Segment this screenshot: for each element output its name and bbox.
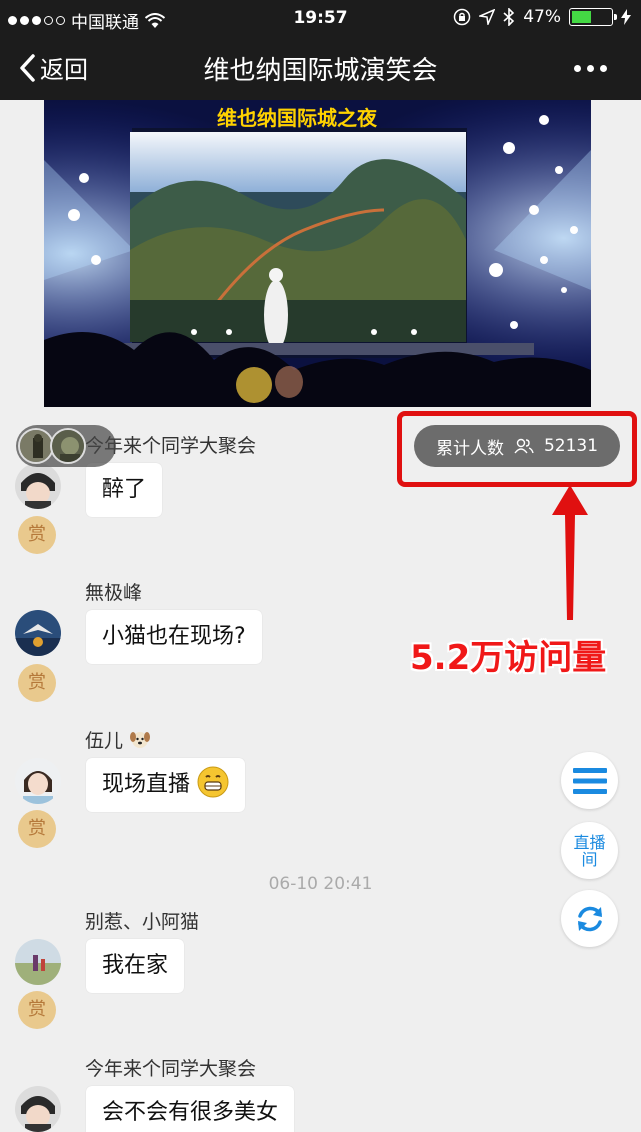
reward-button[interactable]: 赏 (18, 991, 56, 1029)
screen-banner: 维也纳国际城之夜 (217, 106, 378, 130)
hamburger-icon (572, 767, 607, 794)
battery-icon (569, 8, 617, 26)
avatar[interactable] (15, 1086, 61, 1132)
reward-button[interactable]: 赏 (18, 516, 56, 554)
message-bubble[interactable]: 现场直播 (86, 758, 246, 812)
reward-button[interactable]: 赏 (18, 664, 56, 702)
sender-name-wrap: 伍儿 (85, 726, 151, 753)
avatar[interactable] (15, 758, 61, 804)
annotation-text: 5.2万访问量 (410, 638, 607, 678)
viewer-avatar (18, 428, 54, 464)
grinning-emoji-icon (197, 766, 229, 798)
message-bubble[interactable]: 我在家 (86, 939, 185, 993)
rotation-lock-icon (453, 8, 471, 26)
message-bubble[interactable]: 小猫也在现场? (86, 610, 262, 664)
live-video-player[interactable]: 维也纳国际城之夜 (44, 100, 591, 407)
sender-name: 伍儿 (85, 730, 124, 752)
message-text: 现场直播 (102, 772, 191, 797)
avatar[interactable] (15, 939, 61, 985)
stage-scene-image: 维也纳国际城之夜 (44, 100, 591, 407)
viewer-avatar (50, 428, 86, 464)
avatar[interactable] (15, 610, 61, 656)
location-icon (479, 9, 496, 25)
sender-name: 别惹、小阿猫 (85, 911, 200, 933)
charging-bolt-icon (621, 9, 631, 25)
live-room-button[interactable]: 直播 间 (561, 822, 618, 879)
navigation-bar: 返回 维也纳国际城演笑会 (0, 36, 641, 100)
page-title: 维也纳国际城演笑会 (203, 56, 438, 86)
sender-name: 無极峰 (85, 582, 143, 604)
refresh-button[interactable] (561, 890, 618, 947)
annotation-arrow-icon (552, 485, 588, 620)
battery-percent: 47% (523, 7, 561, 27)
live-room-label-line2: 间 (581, 849, 598, 869)
dog-emoji-icon (130, 732, 151, 748)
avatar[interactable] (15, 463, 61, 509)
bluetooth-icon (503, 8, 515, 26)
viewer-avatars[interactable] (16, 425, 116, 467)
reward-button[interactable]: 赏 (18, 810, 56, 848)
more-options-icon[interactable] (574, 65, 607, 72)
status-bar: 中国联通 19:57 47% (0, 0, 641, 36)
sender-name: 今年来个同学大聚会 (85, 1058, 257, 1080)
live-room-label: 直播 间 (573, 834, 605, 868)
live-room-label-line1: 直播 (573, 832, 606, 852)
message-bubble[interactable]: 醉了 (86, 463, 163, 517)
message-bubble[interactable]: 会不会有很多美女 (86, 1086, 295, 1132)
refresh-icon (577, 906, 602, 931)
status-right: 47% (453, 7, 631, 27)
annotation-highlight-box (397, 411, 637, 487)
menu-button[interactable] (561, 752, 618, 809)
message-timestamp: 06-10 20:41 (268, 874, 373, 894)
